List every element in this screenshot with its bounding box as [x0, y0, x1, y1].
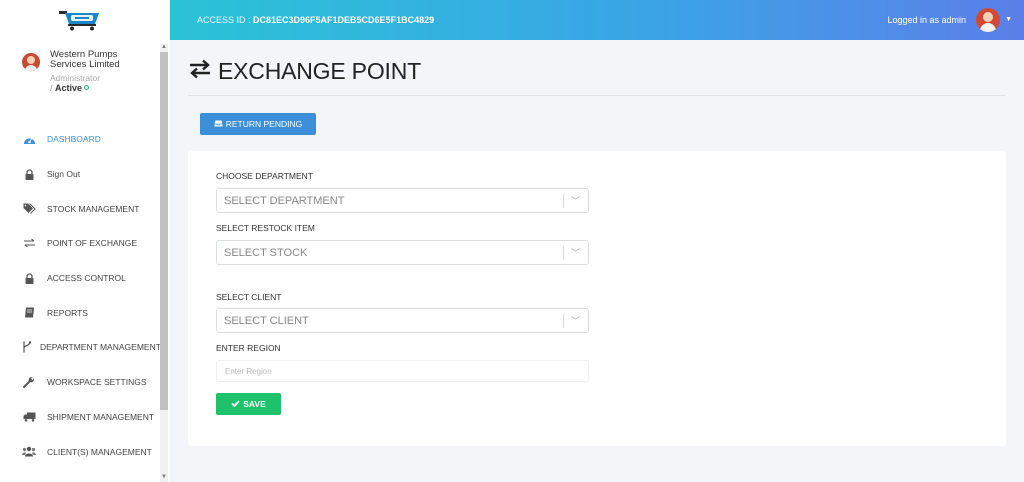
page-header: EXCHANGE POINT	[188, 58, 421, 85]
client-select-value: SELECT CLIENT	[224, 315, 309, 327]
user-status: / Active	[50, 83, 138, 93]
department-select-value: SELECT DEPARTMENT	[224, 195, 345, 207]
access-id: ACCESS ID : DC81EC3D96F5AF1DEB5CD6E5F1BC…	[197, 15, 434, 25]
sidebar-scrollbar-thumb[interactable]	[160, 52, 168, 410]
user-menu-avatar[interactable]	[976, 8, 1000, 32]
region-label: ENTER REGION	[216, 343, 281, 353]
sidebar-item-dashboard[interactable]: DASHBOARD	[0, 122, 160, 157]
department-label: CHOOSE DEPARTMENT	[216, 171, 313, 181]
status-label: Active	[55, 83, 83, 93]
region-input[interactable]	[216, 360, 589, 382]
user-profile: Western Pumps Services Limited Administr…	[22, 50, 138, 93]
select-separator	[563, 194, 564, 208]
client-select[interactable]: SELECT CLIENT ﹀	[216, 308, 589, 333]
dashboard-icon	[22, 132, 36, 146]
scroll-down-arrow-icon[interactable]: ▼	[161, 474, 167, 480]
title-divider	[188, 95, 1006, 96]
tags-icon	[22, 202, 36, 216]
sidebar-item-workspace-settings[interactable]: WORKSPACE SETTINGS	[0, 365, 160, 400]
chevron-down-icon[interactable]: ▼	[1005, 16, 1012, 23]
save-label: SAVE	[243, 399, 266, 409]
logged-in-label: Logged in as admin	[887, 15, 966, 25]
sidebar-item-point-of-exchange[interactable]: POINT OF EXCHANGE	[0, 226, 160, 261]
select-separator	[563, 314, 564, 328]
return-pending-label: RETURN PENDING	[225, 119, 303, 129]
sidebar-item-label: DASHBOARD	[47, 134, 101, 145]
book-icon	[22, 306, 36, 320]
exchange-icon	[22, 236, 36, 250]
sidebar-item-label: SHIPMENT MANAGEMENT	[47, 411, 155, 422]
lock-icon	[22, 271, 36, 285]
organization-name: Western Pumps Services Limited	[50, 49, 120, 70]
top-bar: ACCESS ID : DC81EC3D96F5AF1DEB5CD6E5F1BC…	[170, 0, 1024, 40]
access-id-prefix: ACCESS ID :	[197, 15, 254, 25]
department-select[interactable]: SELECT DEPARTMENT ﹀	[216, 188, 589, 213]
restock-item-label: SELECT RESTOCK ITEM	[216, 223, 315, 233]
sidebar-item-label: DEPARTMENT MANAGEMENT	[40, 342, 161, 353]
truck-icon	[22, 410, 36, 424]
sidebar-item-sign-out[interactable]: Sign Out	[0, 157, 160, 192]
client-label: SELECT CLIENT	[216, 292, 282, 302]
exchange-icon	[188, 59, 212, 84]
sidebar-item-shipment-management[interactable]: SHIPMENT MANAGEMENT	[0, 400, 160, 435]
chevron-down-icon[interactable]: ﹀	[571, 246, 580, 259]
sidebar-item-label: REPORTS	[47, 307, 88, 318]
branch-icon	[22, 340, 32, 354]
return-pending-button[interactable]: RETURN PENDING	[200, 113, 316, 135]
page-title: EXCHANGE POINT	[218, 58, 421, 84]
sidebar-item-stock-management[interactable]: STOCK MANAGEMENT	[0, 191, 160, 226]
access-id-value: DC81EC3D96F5AF1DEB5CD6E5F1BC4829	[253, 15, 435, 25]
restock-item-select[interactable]: SELECT STOCK ﹀	[216, 240, 589, 265]
sidebar-item-reports[interactable]: REPORTS	[0, 295, 160, 330]
sidebar-item-label: CLIENT(S) MANAGEMENT	[47, 446, 152, 457]
lock-icon	[22, 167, 36, 181]
user-avatar	[22, 53, 40, 71]
sidebar-item-label: Sign Out	[47, 169, 81, 180]
sidebar-item-label: STOCK MANAGEMENT	[47, 203, 140, 214]
cart-logo-icon	[59, 11, 99, 31]
inbox-icon	[214, 120, 223, 129]
sidebar-item-access-control[interactable]: ACCESS CONTROL	[0, 261, 160, 296]
sidebar: Western Pumps Services Limited Administr…	[0, 0, 170, 482]
select-separator	[563, 246, 564, 260]
users-icon	[22, 445, 36, 459]
sidebar-item-clients-management[interactable]: CLIENT(S) MANAGEMENT	[0, 434, 160, 469]
sidebar-item-label: POINT OF EXCHANGE	[47, 238, 138, 249]
sidebar-item-label: ACCESS CONTROL	[47, 273, 126, 284]
wrench-icon	[22, 375, 36, 389]
scroll-up-arrow-icon[interactable]: ▲	[161, 44, 167, 50]
logo[interactable]	[0, 0, 170, 40]
online-indicator-icon	[84, 85, 90, 90]
sidebar-item-department-management[interactable]: DEPARTMENT MANAGEMENT	[0, 330, 161, 365]
user-role: Administrator	[50, 73, 101, 83]
save-button[interactable]: SAVE	[216, 393, 281, 415]
sidebar-item-label: WORKSPACE SETTINGS	[47, 377, 147, 388]
chevron-down-icon[interactable]: ﹀	[571, 314, 580, 327]
check-icon	[231, 399, 240, 409]
restock-item-select-value: SELECT STOCK	[224, 247, 308, 259]
sidebar-nav: DASHBOARD Sign Out STOCK MANAGEMENT POIN…	[0, 122, 161, 469]
chevron-down-icon[interactable]: ﹀	[571, 194, 580, 207]
